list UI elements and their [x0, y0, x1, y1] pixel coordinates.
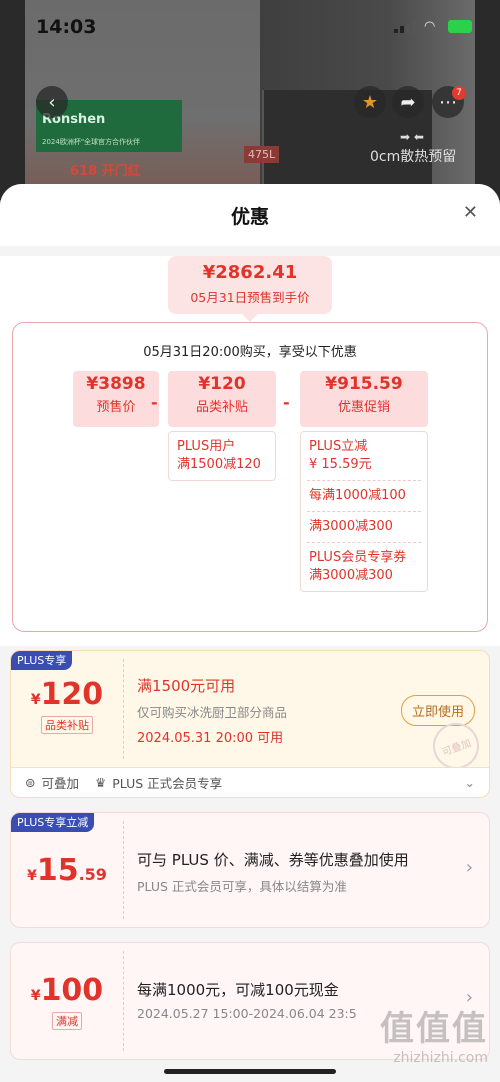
- coupon-footer: ⊜ 可叠加 ♛ PLUS 正式会员专享 ⌄: [11, 767, 489, 797]
- watermark-site: zhizhizhi.com: [393, 1050, 488, 1066]
- status-icons: ◠: [394, 20, 472, 33]
- cart-badge: 7: [452, 86, 466, 100]
- final-price-note: 05月31日预售到手价: [190, 290, 310, 305]
- final-price: ¥2862.41: [202, 262, 298, 283]
- plus-tag: PLUS专享: [11, 651, 73, 670]
- coupon-amount: ¥120 品类补贴: [11, 677, 123, 734]
- crown-icon: ♛: [95, 775, 107, 790]
- stackable-text: 可叠加: [41, 776, 79, 791]
- coupon-amount: ¥100 满减: [11, 973, 123, 1030]
- share-icon[interactable]: ➦: [392, 86, 424, 118]
- back-icon[interactable]: ‹: [36, 86, 68, 118]
- watermark-logo: 值值值: [380, 1009, 488, 1049]
- minus-operator: -: [283, 393, 290, 412]
- yuan-symbol: ¥: [30, 988, 41, 1004]
- brand-tagline: 2024欧洲杯"全球官方合作伙伴: [42, 138, 141, 146]
- coupon-amount: ¥15.59: [11, 853, 123, 888]
- bg-edge-left: [0, 0, 25, 200]
- amount-value: 15: [36, 853, 79, 888]
- yuan-symbol: ¥: [27, 868, 37, 884]
- chevron-down-icon[interactable]: ⌄: [465, 775, 475, 790]
- watermark: 值值值 zhizhizhi.com: [380, 1001, 488, 1066]
- coupon-condition: 满1500元可用: [137, 677, 236, 695]
- chevron-right-icon[interactable]: ›: [466, 857, 473, 878]
- discount-sheet: 优惠 ✕ ¥2862.41 05月31日预售到手价 05月31日20:00购买，…: [0, 184, 500, 1082]
- promo-detail: PLUS会员专享券 满3000减300: [309, 550, 407, 583]
- amount-value: 120: [40, 677, 104, 712]
- coupon-description: 可与 PLUS 价、满减、券等优惠叠加使用: [137, 851, 409, 869]
- divider: [123, 821, 124, 919]
- calculation-box: 05月31日20:00购买，享受以下优惠 ¥3898 预售价 - ¥120 品类…: [12, 322, 488, 632]
- promo-chip: ¥915.59 优惠促销: [300, 371, 428, 427]
- battery-icon: [448, 20, 472, 33]
- coupon-period: 2024.05.27 15:00-2024.06.04 23:5: [137, 1006, 357, 1021]
- subsidy-detail: PLUS用户 满1500减120: [177, 439, 261, 472]
- coupon-info: 可与 PLUS 价、满减、券等优惠叠加使用 PLUS 正式会员可享，具体以结算为…: [137, 849, 409, 895]
- status-time: 14:03: [36, 16, 97, 38]
- promo-detail: PLUS立减 ¥ 15.59元: [309, 439, 372, 472]
- final-price-bubble: ¥2862.41 05月31日预售到手价: [168, 256, 332, 322]
- chip-label: 品类补贴: [195, 400, 248, 415]
- chip-value: ¥915.59: [325, 374, 403, 394]
- bg-edge-right: [475, 0, 500, 200]
- coupon-date: 2024.05.31 20:00 可用: [137, 731, 284, 746]
- chip-label: 预售价: [96, 400, 136, 415]
- subsidy-detail-box: PLUS用户 满1500减120: [168, 431, 276, 481]
- coupon-description: 每满1000元，可减100元现金: [137, 981, 339, 999]
- signal-icon: [394, 20, 416, 33]
- promo-detail: 每满1000减100: [309, 488, 406, 503]
- coupon-info: 满1500元可用 仅可购买冰洗厨卫部分商品 2024.05.31 20:00 可…: [137, 675, 287, 746]
- plus-tag: PLUS专享立减: [11, 813, 95, 832]
- promo-detail: 满3000减300: [309, 519, 393, 534]
- minus-operator: -: [151, 393, 158, 412]
- sheet-header: 优惠 ✕: [0, 184, 500, 246]
- coupon-card-plus-reduce[interactable]: PLUS专享立减 ¥15.59 可与 PLUS 价、满减、券等优惠叠加使用 PL…: [10, 812, 490, 928]
- chip-label: 优惠促销: [337, 400, 390, 415]
- price-breakdown: ¥2862.41 05月31日预售到手价 05月31日20:00购买，享受以下优…: [0, 256, 500, 646]
- divider: [123, 659, 124, 759]
- amount-value: 100: [40, 973, 104, 1008]
- coupon-note: PLUS 正式会员可享，具体以结算为准: [137, 879, 347, 894]
- stack-icon: ⊜: [25, 775, 36, 790]
- amount-label: 品类补贴: [41, 716, 93, 734]
- subsidy-chip: ¥120 品类补贴: [168, 371, 276, 427]
- coupon-scope: 仅可购买冰洗厨卫部分商品: [137, 705, 288, 720]
- close-icon[interactable]: ✕: [463, 202, 478, 223]
- presale-price-chip: ¥3898 预售价: [73, 371, 159, 427]
- promo-detail-box: PLUS立减 ¥ 15.59元 每满1000减100 满3000减300 PLU…: [300, 431, 428, 592]
- sheet-title: 优惠: [230, 206, 269, 228]
- coupon-info: 每满1000元，可减100元现金 2024.05.27 15:00-2024.0…: [137, 979, 357, 1021]
- gap-arrows-icon: ➡ ⬅: [400, 130, 424, 144]
- amount-decimal: .59: [78, 865, 107, 884]
- chip-value: ¥120: [198, 374, 246, 394]
- star-icon[interactable]: ★: [354, 86, 386, 118]
- plus-member-text: PLUS 正式会员专享: [112, 776, 223, 791]
- promo-618: 618 开门红: [70, 164, 141, 179]
- yuan-symbol: ¥: [30, 692, 41, 708]
- use-now-button[interactable]: 立即使用: [400, 695, 475, 726]
- coupon-card-subsidy[interactable]: PLUS专享 ¥120 品类补贴 满1500元可用 仅可购买冰洗厨卫部分商品 2…: [10, 650, 490, 798]
- divider: [123, 951, 124, 1051]
- zero-gap-text: 0cm散热预留: [370, 149, 457, 165]
- calc-title: 05月31日20:00购买，享受以下优惠: [143, 345, 357, 360]
- amount-label: 满减: [52, 1012, 82, 1030]
- wifi-icon: ◠: [424, 18, 436, 34]
- home-indicator[interactable]: [164, 1069, 336, 1074]
- capacity-tag: 475L: [244, 146, 280, 163]
- chip-value: ¥3898: [86, 374, 146, 394]
